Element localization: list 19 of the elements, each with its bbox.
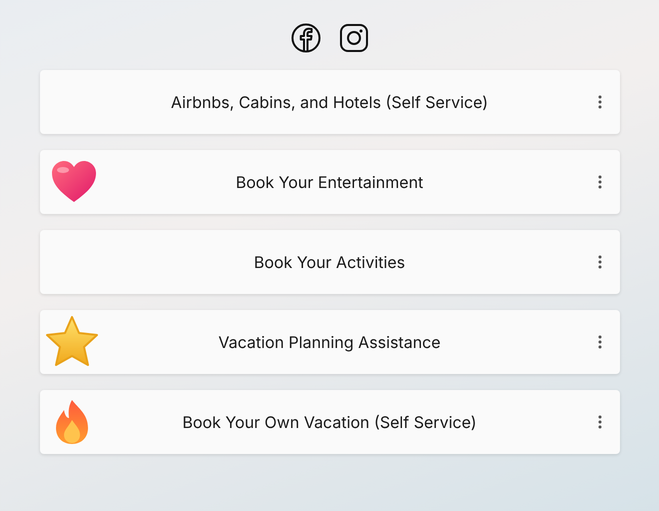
link-label: Book Your Activities (252, 251, 406, 274)
link-card[interactable]: Book Your Own Vacation (Self Service) (40, 390, 620, 454)
link-card[interactable]: Book Your Entertainment (40, 150, 620, 214)
more-options-icon[interactable] (598, 335, 602, 349)
instagram-icon[interactable] (338, 23, 368, 53)
heart-icon (50, 160, 98, 204)
more-options-icon[interactable] (598, 415, 602, 429)
facebook-icon[interactable] (290, 23, 320, 53)
link-card[interactable]: Book Your Activities (40, 230, 620, 294)
link-label: Book Your Entertainment (234, 171, 424, 194)
more-options-icon[interactable] (598, 175, 602, 189)
link-label: Vacation Planning Assistance (217, 331, 442, 354)
more-options-icon[interactable] (598, 95, 602, 109)
link-card[interactable]: Airbnbs, Cabins, and Hotels (Self Service) (40, 70, 620, 134)
link-label: Book Your Own Vacation (Self Service) (181, 411, 478, 434)
star-icon (44, 314, 100, 368)
link-card[interactable]: Vacation Planning Assistance (40, 310, 620, 374)
more-options-icon[interactable] (598, 255, 602, 269)
link-label: Airbnbs, Cabins, and Hotels (Self Service) (170, 91, 490, 114)
